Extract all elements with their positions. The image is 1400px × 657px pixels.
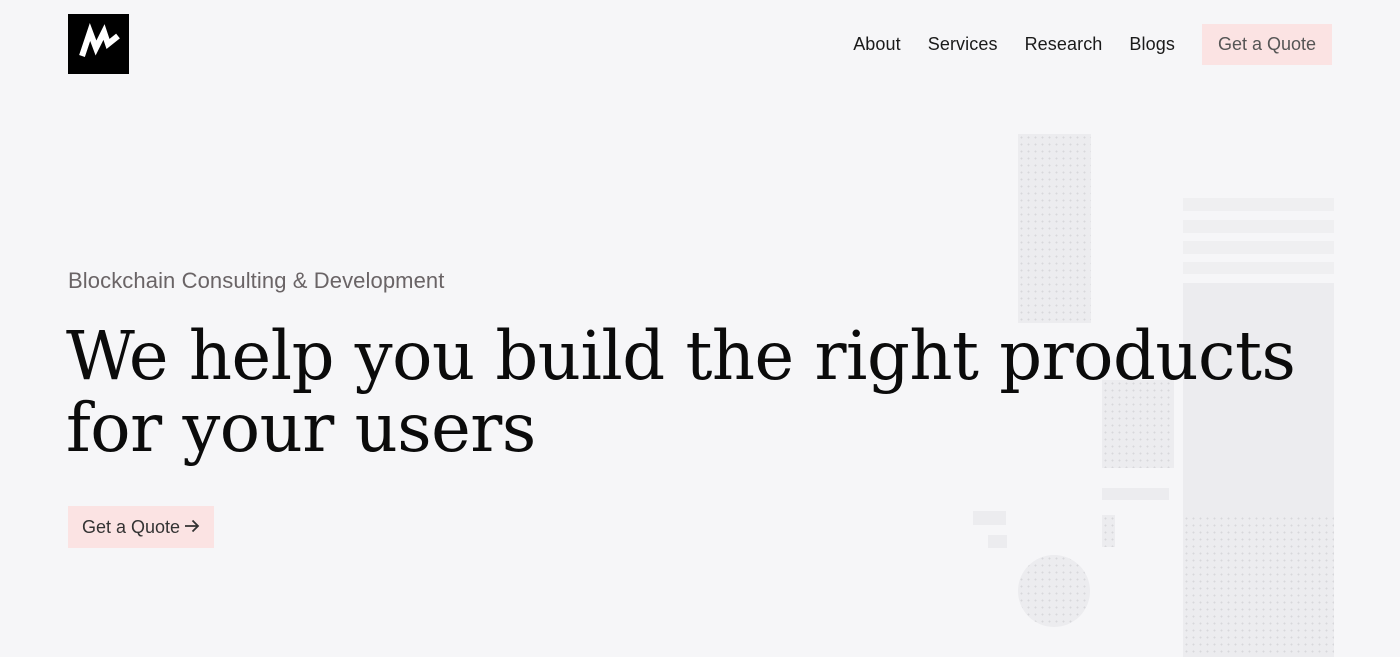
- decor-column-1: [1018, 134, 1091, 323]
- decor-small-block: [1102, 515, 1115, 547]
- logo-mark-icon: [79, 23, 120, 57]
- decor-bar-4: [1183, 262, 1334, 274]
- hero-headline-line-1: We help you build the right products: [66, 317, 1296, 395]
- logo[interactable]: [68, 14, 129, 74]
- hero-headline: We help you build the right products for…: [66, 320, 1316, 464]
- decor-bar-3: [1183, 241, 1334, 254]
- hero-headline-line-2: for your users: [66, 389, 536, 467]
- nav-get-quote-button[interactable]: Get a Quote: [1201, 24, 1332, 65]
- decor-chip-1: [973, 511, 1006, 525]
- page: About Services Research Blogs Get a Quot…: [0, 0, 1400, 657]
- decor-chip-2: [988, 535, 1007, 548]
- nav-item-about[interactable]: About: [853, 34, 901, 55]
- nav-item-blogs[interactable]: Blogs: [1129, 34, 1175, 55]
- hero-cta-label: Get a Quote: [81, 516, 181, 537]
- decor-circle: [1018, 555, 1090, 627]
- nav-item-services[interactable]: Services: [928, 34, 998, 55]
- decor-bar-1: [1183, 198, 1334, 211]
- decor-bar-2: [1183, 220, 1334, 233]
- top-nav: About Services Research Blogs Get a Quot…: [826, 24, 1332, 65]
- hero-get-quote-button[interactable]: Get a Quote: [68, 506, 214, 548]
- decor-bar-5: [1102, 488, 1169, 500]
- nav-item-research[interactable]: Research: [1025, 34, 1103, 55]
- decor-panel-dots: [1183, 515, 1334, 657]
- arrow-right-icon: [184, 517, 200, 538]
- hero-kicker: Blockchain Consulting & Development: [68, 268, 445, 293]
